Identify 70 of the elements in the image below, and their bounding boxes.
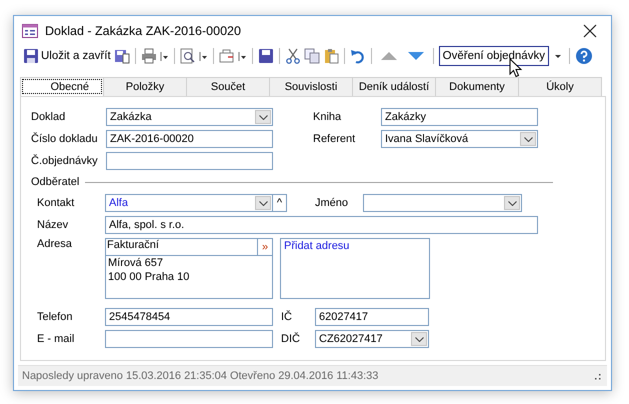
field-label: Název (37, 219, 70, 231)
dropdown-field[interactable]: Alfa (105, 194, 273, 212)
field-label: IČ (281, 311, 293, 323)
field-label: Číslo dokladu (31, 133, 99, 145)
field-label: Č.objednávky (31, 155, 99, 167)
text-field[interactable]: Zakázky (381, 108, 538, 126)
window-title: Doklad - Zakázka ZAK-2016-00020 (45, 24, 242, 38)
chevron-down-icon (508, 200, 516, 206)
undo-icon[interactable] (350, 48, 366, 64)
field-label: Jméno (315, 197, 350, 209)
tab[interactable]: Součet (186, 77, 270, 96)
field-label: E - mail (37, 333, 76, 345)
paste-icon[interactable] (322, 48, 339, 64)
dropdown-value: Zakázka (110, 111, 152, 123)
dropdown-button[interactable] (255, 110, 271, 124)
save-icon[interactable] (258, 48, 274, 64)
export-icon[interactable] (218, 48, 235, 64)
text-field[interactable]: ZAK-2016-00020 (106, 130, 273, 148)
chevron-down-icon (524, 136, 532, 142)
field-label: DIČ (281, 333, 301, 345)
save-icon (23, 48, 39, 64)
close-icon[interactable] (583, 24, 597, 38)
field-label: Adresa (37, 238, 73, 250)
dropdown-button[interactable] (504, 196, 520, 210)
address-line: Mírová 657 (107, 256, 164, 270)
save-and-close-button[interactable]: Uložit a zavřít (23, 48, 111, 64)
printer-icon[interactable] (140, 48, 157, 64)
copy-icon[interactable] (304, 48, 320, 64)
preview-icon[interactable] (180, 48, 196, 64)
text-field[interactable] (105, 330, 273, 348)
text-field[interactable]: 62027417 (315, 308, 429, 326)
resize-grip-icon[interactable] (595, 372, 601, 380)
tab[interactable]: Úkoly (518, 77, 602, 96)
help-icon[interactable] (574, 47, 593, 65)
dropdown-value: CZ62027417 (319, 333, 383, 345)
form-icon (22, 24, 38, 38)
save-as-icon[interactable] (114, 48, 130, 64)
dropdown-value: Alfa (109, 197, 128, 209)
collapse-button[interactable]: ^ (273, 194, 287, 212)
status-text: Naposledy upraveno 15.03.2016 21:35:04 Otevřeno 29.04.2016 11:43:33 (22, 370, 378, 382)
field-label: Kontakt (37, 197, 76, 209)
field-label: Referent (313, 133, 356, 145)
cut-icon[interactable] (284, 48, 301, 64)
status-dropdown[interactable]: Ověření objednávky (438, 46, 549, 66)
tab[interactable]: Položky (103, 77, 187, 96)
dropdown-field[interactable]: CZ62027417 (315, 330, 429, 348)
text-field[interactable]: 2545478454 (105, 308, 273, 326)
chevron-down-icon (258, 200, 268, 206)
text-field[interactable] (106, 152, 273, 170)
dropdown-field[interactable]: Zakázka (106, 108, 273, 126)
field-label: Doklad (31, 111, 66, 123)
tab[interactable]: Souvislosti (269, 77, 353, 96)
field-label: Kniha (313, 111, 342, 123)
field-label: Telefon (37, 311, 74, 323)
dropdown-button[interactable] (255, 196, 271, 210)
tab[interactable]: Deník událostí (352, 77, 436, 96)
address-line: 100 00 Praha 10 (107, 270, 190, 284)
dropdown-field[interactable]: Ivana Slavíčková (381, 130, 538, 148)
dropdown-value: Ivana Slavíčková (385, 133, 468, 145)
address-type: Fakturační (106, 239, 160, 253)
chevron-down-icon (414, 336, 424, 342)
tab[interactable]: Dokumenty (435, 77, 519, 96)
dropdown-field[interactable] (363, 194, 522, 212)
dropdown-button[interactable] (520, 132, 536, 146)
section-title: Odběratel (31, 176, 80, 188)
tab[interactable]: Obecné (20, 77, 104, 96)
chevron-down-icon (258, 114, 268, 120)
add-address-link[interactable]: Přidat adresu (284, 240, 350, 252)
text-field[interactable]: Alfa, spol. s r.o. (105, 216, 538, 234)
dropdown-button[interactable] (411, 332, 427, 346)
